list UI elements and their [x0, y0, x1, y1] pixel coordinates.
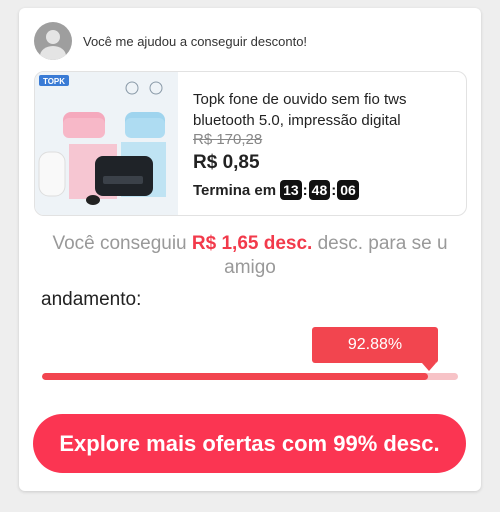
timer-separator: :: [331, 181, 337, 199]
brand-logo: TOPK: [43, 77, 65, 86]
product-card[interactable]: TOPK Topk fone de ouvido sem fio tws blu…: [34, 71, 467, 216]
user-silhouette-icon: [40, 30, 66, 60]
countdown-timer: Termina em 13 : 48 : 06: [193, 180, 458, 200]
progress-fill: [42, 373, 429, 380]
helper-message: Você me ajudou a conseguir desconto!: [83, 33, 308, 49]
invite-card: Você me ajudou a conseguir desconto! TOP…: [19, 8, 481, 491]
earbuds-product-illustration: TOPK: [35, 72, 178, 215]
progress-label: andamento:: [41, 289, 142, 310]
discounted-price: R$ 0,85: [193, 152, 260, 173]
timer-seconds: 06: [337, 180, 359, 200]
explore-offers-button[interactable]: Explore mais ofertas com 99% desc.: [33, 414, 466, 473]
progress-percent-badge: 92.88%: [312, 327, 438, 363]
discount-amount: R$ 1,65 desc.: [191, 233, 313, 254]
timer-label: Termina em: [193, 181, 277, 199]
avatar: [34, 22, 72, 60]
product-image[interactable]: TOPK: [35, 72, 178, 215]
timer-separator: :: [302, 181, 308, 199]
product-info: Topk fone de ouvido sem fio tws bluetoot…: [193, 89, 458, 200]
discount-result-text: Você conseguiu R$ 1,65 desc. desc. para …: [29, 232, 471, 280]
timer-hours: 13: [280, 180, 302, 200]
badge-pointer: [422, 363, 436, 371]
progress-track: [42, 373, 458, 380]
invite-header: Você me ajudou a conseguir desconto!: [34, 21, 307, 61]
original-price: R$ 170,28: [193, 131, 263, 148]
product-title[interactable]: Topk fone de ouvido sem fio tws bluetoot…: [193, 89, 458, 131]
timer-minutes: 48: [308, 180, 331, 200]
result-prefix: Você conseguiu: [52, 233, 187, 254]
